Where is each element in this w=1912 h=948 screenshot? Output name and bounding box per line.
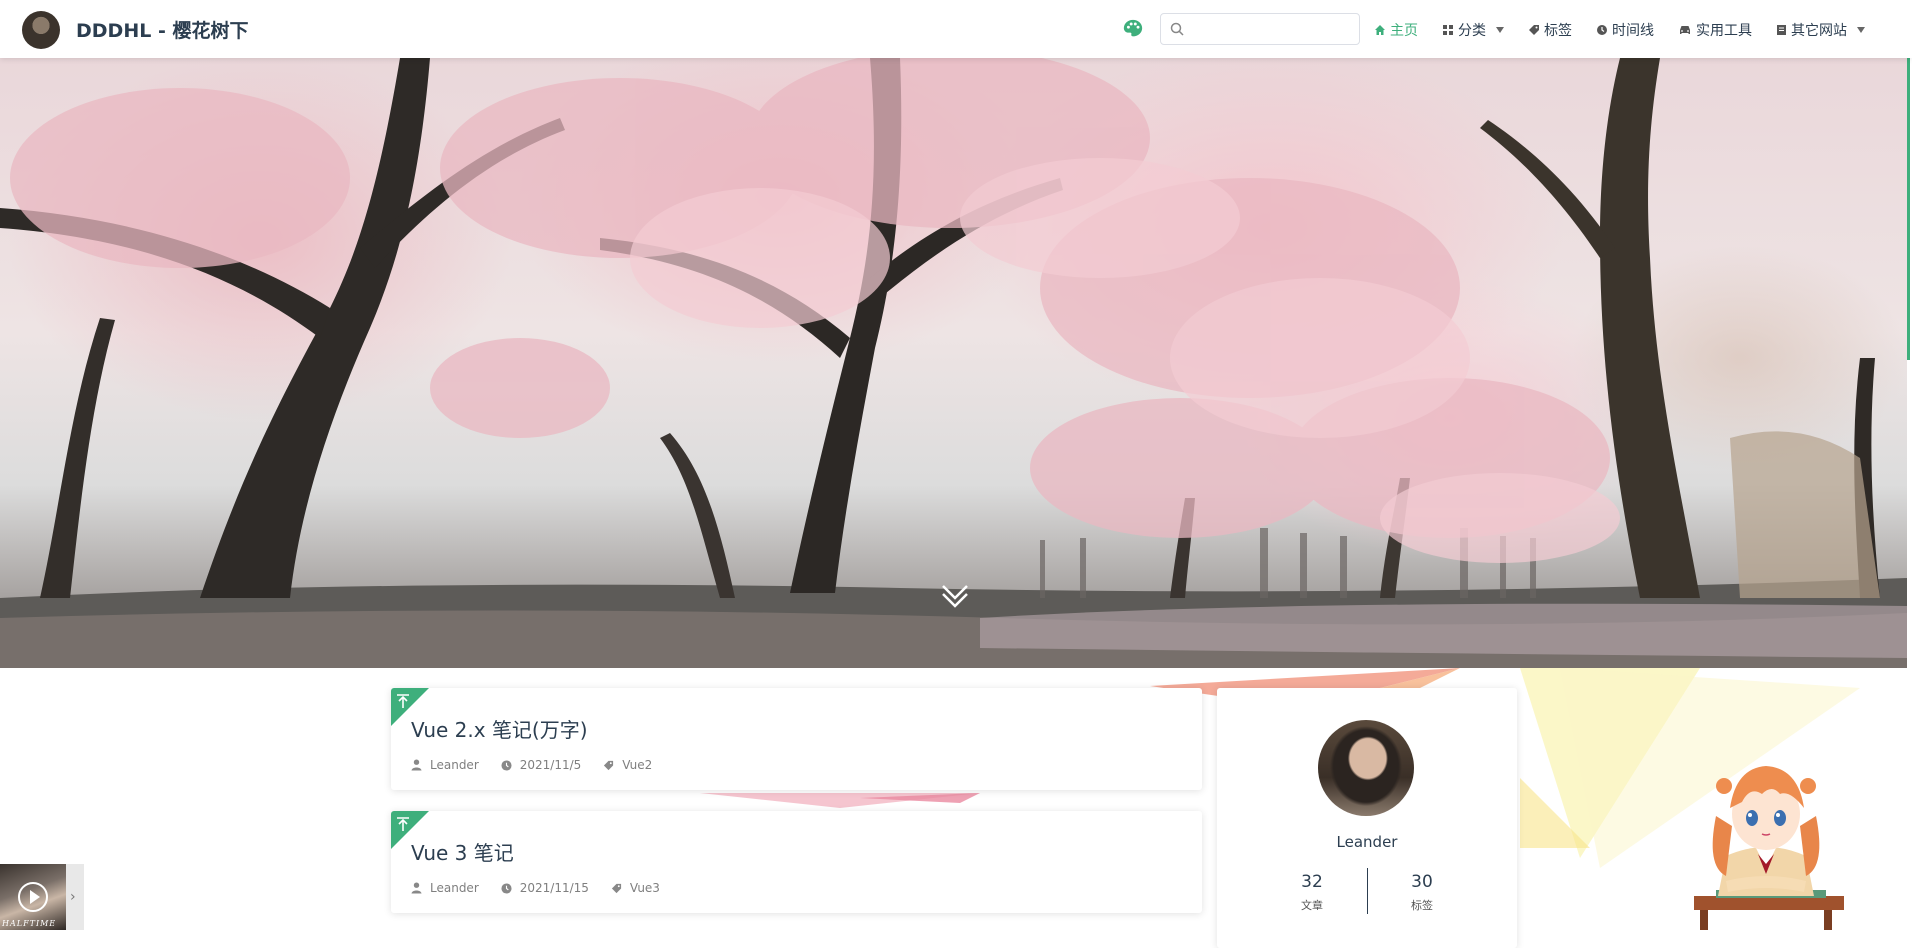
post-title[interactable]: Vue 2.x 笔记(万字) <box>411 714 588 743</box>
nav-item-other-sites[interactable]: 其它网站 <box>1776 20 1865 40</box>
stat-articles[interactable]: 32 文章 <box>1272 872 1352 913</box>
post-title[interactable]: Vue 3 笔记 <box>411 837 514 866</box>
album-cover-text: HALFTIME <box>2 919 57 928</box>
post-tag[interactable]: Vue2 <box>622 758 652 772</box>
search-icon <box>1170 22 1184 36</box>
palette-icon[interactable] <box>1122 18 1144 40</box>
cherry-trees-illustration <box>0 58 1907 668</box>
post-meta: Leander 2021/11/5 Vue2 <box>411 758 674 772</box>
stat-divider <box>1367 868 1368 914</box>
nav-item-tags[interactable]: 标签 <box>1528 20 1572 40</box>
clock-icon <box>501 882 512 894</box>
tag-icon <box>1528 24 1540 36</box>
book-icon <box>1776 24 1787 36</box>
user-icon <box>411 759 422 771</box>
stat-tags[interactable]: 30 标签 <box>1382 872 1462 913</box>
nav-item-timeline[interactable]: 时间线 <box>1596 20 1654 40</box>
play-button[interactable] <box>18 882 48 912</box>
nav-item-label: 主页 <box>1390 23 1418 39</box>
nav-item-label: 时间线 <box>1612 23 1654 39</box>
profile-name: Leander <box>1336 833 1398 851</box>
search-input[interactable] <box>1160 13 1360 45</box>
nav-item-tools[interactable]: 实用工具 <box>1678 20 1752 40</box>
post-tag[interactable]: Vue3 <box>630 881 660 895</box>
home-icon <box>1374 24 1386 36</box>
car-icon <box>1678 24 1692 36</box>
nav-item-label: 实用工具 <box>1696 23 1752 39</box>
clock-icon <box>1596 24 1608 36</box>
nav-links: 主页 分类 标签 时间线 实用工具 其它网站 <box>1374 20 1889 40</box>
hero-banner-image <box>0 58 1907 668</box>
clock-icon <box>501 759 512 771</box>
tag-icon <box>604 760 614 770</box>
post-card[interactable]: Vue 2.x 笔记(万字) Leander 2021/11/5 Vue2 <box>391 688 1202 790</box>
tags-count: 30 <box>1411 872 1433 892</box>
music-player: HALFTIME › <box>0 864 84 930</box>
user-icon <box>411 882 422 894</box>
live2d-mascot[interactable] <box>1686 746 1846 930</box>
grid-icon <box>1442 24 1454 36</box>
post-author[interactable]: Leander <box>430 758 479 772</box>
nav-item-label: 分类 <box>1458 23 1486 39</box>
profile-card: Leander 32 文章 30 标签 <box>1217 688 1517 948</box>
tag-icon <box>611 883 622 893</box>
articles-count: 32 <box>1301 872 1323 892</box>
chevron-down-icon <box>1496 27 1504 33</box>
tags-label: 标签 <box>1411 899 1433 912</box>
chevron-right-icon[interactable]: › <box>70 889 76 905</box>
site-logo[interactable] <box>22 11 60 49</box>
scroll-down-icon[interactable] <box>937 578 973 614</box>
post-author[interactable]: Leander <box>430 881 479 895</box>
nav-item-categories[interactable]: 分类 <box>1442 20 1504 40</box>
top-navbar: DDDHL - 樱花树下 主页 分类 标签 时间线 实用工具 其它网站 <box>0 0 1912 58</box>
post-date: 2021/11/5 <box>519 758 582 772</box>
avatar <box>1318 720 1414 816</box>
album-cover: HALFTIME <box>0 864 66 930</box>
nav-item-label: 标签 <box>1544 23 1572 39</box>
post-date: 2021/11/15 <box>519 881 589 895</box>
chevron-down-icon <box>1857 27 1865 33</box>
articles-label: 文章 <box>1301 899 1323 912</box>
site-title[interactable]: DDDHL - 樱花树下 <box>76 16 248 43</box>
post-card[interactable]: Vue 3 笔记 Leander 2021/11/15 Vue3 <box>391 811 1202 913</box>
nav-item-label: 其它网站 <box>1791 23 1847 39</box>
nav-item-home[interactable]: 主页 <box>1374 20 1418 40</box>
post-meta: Leander 2021/11/15 Vue3 <box>411 881 682 895</box>
